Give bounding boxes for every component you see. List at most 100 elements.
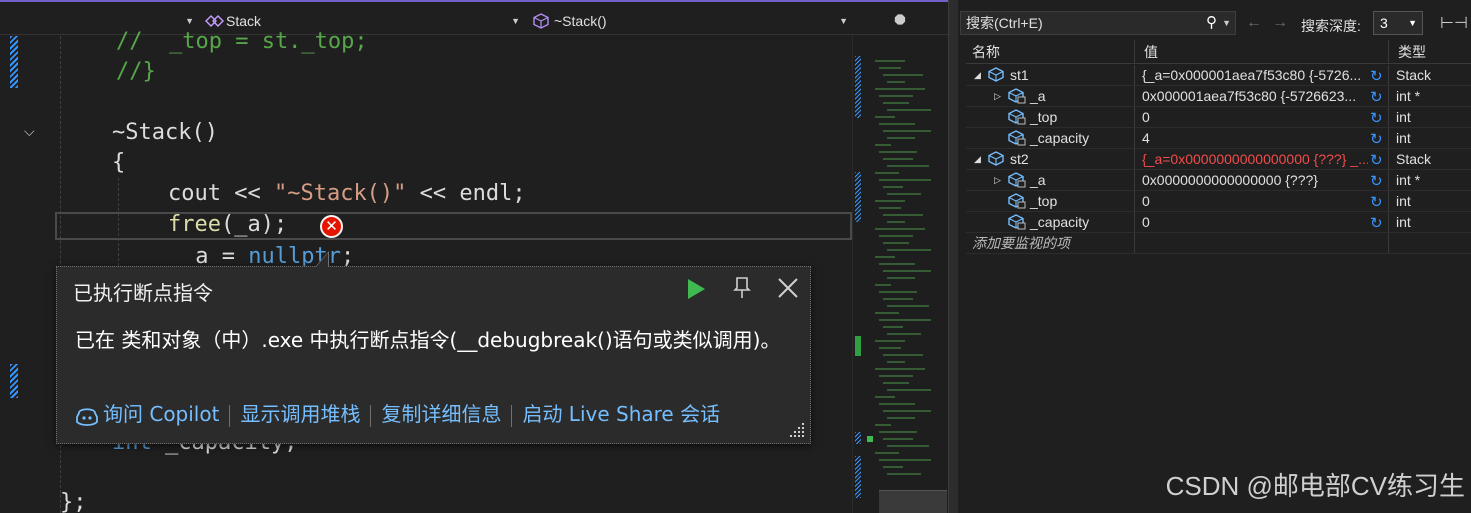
column-divider[interactable] [1388,40,1389,63]
search-input[interactable]: 搜索(Ctrl+E) ⚲ ▼ [960,11,1236,35]
refresh-icon[interactable]: ↻ [1370,108,1383,128]
search-icon[interactable]: ⚲ [1206,12,1217,34]
minimap-line [883,214,923,216]
watch-row[interactable]: ▷ _a 0x000001aea7f53c80 {-5726623... ↻ int * [966,86,1471,107]
pin-columns-icon[interactable]: ⊢⊣ [1440,13,1468,33]
minimap-line [887,389,931,391]
minimap-line [883,130,931,132]
watch-name-label: _top [1030,193,1058,209]
search-back-icon[interactable]: ← [1246,14,1262,32]
expand-icon[interactable]: ▷ [994,170,1001,191]
code-minimap[interactable] [852,36,948,513]
split-icon: ⯃ [894,13,906,29]
minimap-line [875,368,925,370]
minimap-change-marker [855,56,861,118]
refresh-icon[interactable]: ↻ [1370,129,1383,149]
watch-name-label: _capacity [1030,214,1090,230]
minimap-line [883,242,909,244]
minimap-viewport[interactable] [879,490,947,513]
column-divider [1388,170,1389,190]
chevron-down-icon[interactable]: ▼ [1222,12,1231,34]
column-divider [1134,149,1135,169]
watch-value-cell[interactable]: 0x000001aea7f53c80 {-5726623... ↻ [1138,86,1388,107]
code-token: //} [116,59,156,84]
minimap-line [879,431,917,433]
panel-splitter[interactable] [948,0,958,513]
column-header-name[interactable]: 名称 [966,40,1000,64]
refresh-icon[interactable]: ↻ [1370,192,1383,212]
minimap-line [875,172,899,174]
refresh-icon[interactable]: ↻ [1370,66,1383,86]
code-token: (_a); [220,212,288,237]
refresh-icon[interactable]: ↻ [1370,150,1383,170]
minimap-line [887,417,915,419]
field-lock-icon [1008,109,1026,125]
minimap-change-marker [855,456,861,498]
watch-value-cell[interactable]: {_a=0x000001aea7f53c80 {-5726... ↻ [1138,65,1388,86]
column-header-value[interactable]: 值 [1138,40,1158,64]
watch-row[interactable]: ◢ st1 {_a=0x000001aea7f53c80 {-5726... ↻ Sta… [966,65,1471,86]
start-live-share-link[interactable]: 启动 Live Share 会话 [522,402,720,426]
watch-name-label: _a [1030,88,1046,104]
watch-row[interactable]: _capacity 0 ↻ int [966,212,1471,233]
minimap-line [879,151,917,153]
code-token: // _top = st._top; [116,29,368,54]
minimap-line [887,165,929,167]
watch-row[interactable]: ◢ st2 {_a=0x0000000000000000 {???} _... ↻ St… [966,149,1471,170]
minimap-line [883,74,923,76]
column-divider [1388,212,1389,232]
minimap-line [879,95,913,97]
column-divider[interactable] [1134,40,1135,63]
column-divider [1388,149,1389,169]
column-divider [1388,128,1389,148]
code-token: free [168,212,221,237]
minimap-line [879,459,931,461]
column-divider [1134,233,1135,253]
minimap-line [879,67,901,69]
collapse-icon[interactable]: ◢ [974,149,981,170]
watch-value-cell[interactable]: 0 ↻ [1138,212,1388,233]
watch-name-cell: ▷ _a [966,170,1134,191]
watch-value-cell[interactable]: 0 ↻ [1138,107,1388,128]
refresh-icon[interactable]: ↻ [1370,213,1383,233]
minimap-line [879,375,913,377]
minimap-line [883,158,913,160]
ask-copilot-link[interactable]: 询问 Copilot [103,402,219,426]
collapse-icon[interactable]: ◢ [974,65,981,86]
watermark: CSDN @邮电部CV练习生 [1165,471,1465,501]
watch-type-cell: Stack [1396,67,1432,83]
continue-play-icon[interactable] [681,273,711,303]
watch-value-cell[interactable]: 0 ↻ [1138,191,1388,212]
minimap-line [879,319,931,321]
minimap-line [887,333,921,335]
copy-details-link[interactable]: 复制详细信息 [381,402,501,426]
watch-row[interactable]: ▷ _a 0x0000000000000000 {???} ↻ int * [966,170,1471,191]
watch-row[interactable]: _top 0 ↻ int [966,191,1471,212]
code-token: "~Stack()" [273,181,407,206]
popup-links: 询问 Copilot 显示调用堆栈 复制详细信息 启动 Live Share 会话 [75,399,720,429]
field-lock-icon [1008,88,1026,104]
add-watch-placeholder: 添加要监视的项 [972,235,1070,251]
search-forward-icon[interactable]: → [1272,14,1288,32]
split-editor-button[interactable]: ⯃ [852,8,948,35]
add-watch-row[interactable]: 添加要监视的项 [966,233,1471,254]
code-editor[interactable]: ▼ Stack ▼ ~Stack() ▼ ⯃ ⌵ // _top = st._t… [0,0,948,513]
expand-icon[interactable]: ▷ [994,86,1001,107]
column-divider [1134,86,1135,106]
resize-grip-icon[interactable] [788,421,806,439]
watch-row[interactable]: _capacity 4 ↻ int [966,128,1471,149]
column-header-type[interactable]: 类型 [1392,40,1426,64]
code-token: { [112,150,126,175]
search-depth-label: 搜索深度: [1301,18,1361,34]
search-depth-select[interactable]: 3 ▼ [1373,11,1423,35]
watch-row[interactable]: _top 0 ↻ int [966,107,1471,128]
refresh-icon[interactable]: ↻ [1370,87,1383,107]
watch-value-cell[interactable]: {_a=0x0000000000000000 {???} _... ↻ [1138,149,1388,170]
code-line: { [112,148,125,178]
show-call-stack-link[interactable]: 显示调用堆栈 [240,402,360,426]
refresh-icon[interactable]: ↻ [1370,171,1383,191]
close-icon[interactable] [773,273,803,303]
pin-icon[interactable] [727,273,757,303]
watch-value-cell[interactable]: 0x0000000000000000 {???} ↻ [1138,170,1388,191]
watch-value-cell[interactable]: 4 ↻ [1138,128,1388,149]
